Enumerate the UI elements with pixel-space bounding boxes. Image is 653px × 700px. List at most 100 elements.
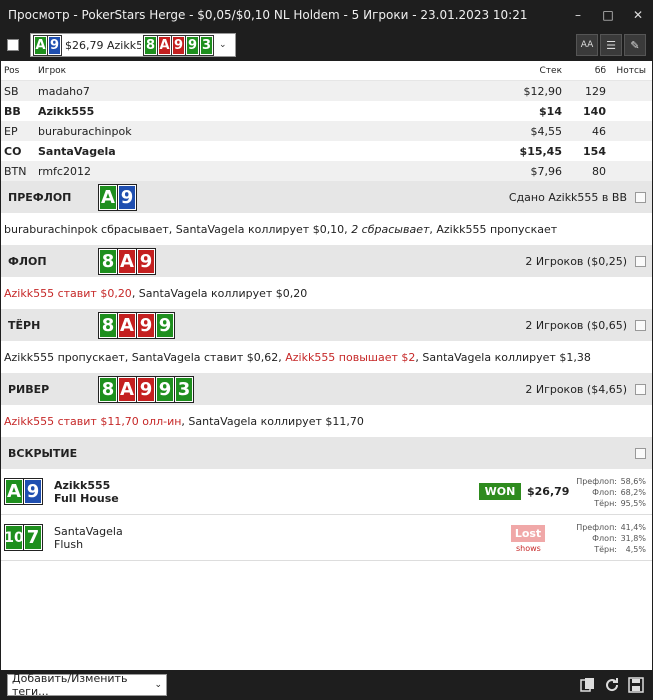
street-info: Сдано Azikk555 в BB: [508, 190, 627, 204]
showdown-row: A 9 Azikk555 Full House WON $26,79 Префл…: [1, 469, 652, 515]
minimize-button[interactable]: –: [563, 0, 593, 30]
footer-bar: Добавить/Изменить теги... ⌄: [0, 670, 653, 700]
board-card-1: 8: [143, 34, 158, 56]
street-name: РИВЕР: [8, 382, 50, 396]
action-line: Azikk555 ставит $0,20, SantaVagela колли…: [1, 277, 652, 309]
player-row[interactable]: BTN rmfc2012 $7,96 80: [1, 161, 652, 181]
won-amount: $26,79: [527, 485, 570, 498]
action-text-red: Azikk555 ставит $0,20: [4, 286, 132, 300]
action-text: , SantaVagela коллирует $1,38: [415, 350, 591, 364]
player-pos: BTN: [4, 164, 27, 178]
player-name: rmfc2012: [38, 164, 91, 178]
player-bb: 129: [585, 84, 606, 98]
player-row[interactable]: BB Azikk555 $14 140: [1, 101, 652, 121]
select-checkbox[interactable]: [7, 39, 19, 51]
street-info: 2 Игроков ($0,65): [525, 318, 627, 332]
street-checkbox[interactable]: [635, 255, 646, 267]
street-flop: ФЛОП 8 A 9 2 Игроков ($0,25): [1, 245, 652, 277]
equity-value: 95,5%: [620, 499, 646, 508]
lost-badge: Lost: [511, 525, 545, 542]
equity-value: 58,6%: [620, 477, 646, 486]
player-pos: BB: [4, 104, 21, 118]
player-name: buraburachinpok: [38, 124, 132, 138]
player-stack: $7,96: [530, 164, 563, 178]
window-title: Просмотр - PokerStars Herge - $0,05/$0,1…: [8, 8, 528, 22]
action-text: , SantaVagela коллирует $11,70: [181, 414, 364, 428]
won-badge: WON: [479, 483, 521, 500]
player-name: madaho7: [38, 84, 90, 98]
header-pos[interactable]: Pos: [1, 66, 38, 76]
pencil-icon[interactable]: ✎: [624, 34, 646, 56]
street-checkbox[interactable]: [635, 191, 646, 203]
refresh-icon[interactable]: [602, 675, 622, 695]
player-bb: 154: [583, 144, 606, 158]
players-table-header: Pos Игрок Стек бб Нотсы: [1, 61, 652, 81]
player-row[interactable]: EP buraburachinpok $4,55 46: [1, 121, 652, 141]
showdown-hand-name: Full House: [54, 492, 119, 505]
equity-value: 4,5%: [625, 545, 646, 554]
street-card: 9: [117, 183, 137, 211]
shows-label: shows: [516, 544, 541, 553]
equity-table: Префлоп: 58,6% Флоп: 68,2% Тёрн: 95,5%: [567, 476, 646, 509]
street-name: ВСКРЫТИЕ: [8, 446, 78, 460]
hand-select-dropdown[interactable]: A 9 $26,79 Azikk555 8 A 9 9 3 ⌄: [30, 33, 236, 57]
title-bar: Просмотр - PokerStars Herge - $0,05/$0,1…: [0, 0, 653, 30]
street-checkbox[interactable]: [635, 319, 646, 331]
maximize-button[interactable]: □: [593, 0, 623, 30]
player-bb: 46: [592, 124, 606, 138]
player-stack: $12,90: [523, 84, 563, 98]
player-bb: 140: [583, 104, 606, 118]
equity-label: Префлоп:: [576, 523, 617, 532]
player-card: A: [4, 478, 24, 505]
street-checkbox[interactable]: [635, 383, 646, 395]
street-name: ПРЕФЛОП: [8, 190, 72, 204]
street-turn: ТЁРН 8 A 9 9 2 Игроков ($0,65): [1, 309, 652, 341]
equity-value: 31,8%: [620, 534, 646, 543]
street-card: 8: [98, 247, 118, 275]
equity-label: Префлоп:: [576, 477, 617, 486]
tags-dropdown[interactable]: Добавить/Изменить теги... ⌄: [7, 672, 167, 698]
player-name: Azikk555: [38, 104, 95, 118]
action-text: buraburachinpok сбрасывает, SantaVagela …: [4, 222, 348, 236]
player-card: 9: [23, 478, 43, 505]
header-bb[interactable]: бб: [562, 66, 606, 76]
player-stack: $14: [539, 104, 562, 118]
player-row[interactable]: CO SantaVagela $15,45 154: [1, 141, 652, 161]
action-text-red: Azikk555 повышает $2: [285, 350, 416, 364]
street-card: 8: [98, 375, 118, 403]
action-text: , Azikk555 пропускает: [429, 222, 558, 236]
board-card-3: 9: [171, 34, 186, 56]
player-bb: 80: [592, 164, 606, 178]
player-pos: CO: [4, 144, 22, 158]
street-card: 9: [136, 375, 156, 403]
equity-label: Тёрн:: [594, 499, 617, 508]
header-player[interactable]: Игрок: [38, 66, 518, 76]
hole-card-1: A: [33, 34, 48, 56]
player-name: SantaVagela: [38, 144, 116, 158]
equity-value: 41,4%: [620, 523, 646, 532]
board-card-4: 9: [185, 34, 200, 56]
equity-label: Флоп:: [592, 488, 617, 497]
list-icon[interactable]: ☰: [600, 34, 622, 56]
street-name: ФЛОП: [8, 254, 47, 268]
header-notes[interactable]: Нотсы: [606, 66, 646, 76]
copy-icon[interactable]: [578, 675, 598, 695]
save-icon[interactable]: [626, 675, 646, 695]
close-button[interactable]: ✕: [623, 0, 653, 30]
showdown-player-name[interactable]: Azikk555: [54, 479, 119, 492]
street-info: 2 Игроков ($0,25): [525, 254, 627, 268]
street-card: A: [117, 375, 137, 403]
player-row[interactable]: SB madaho7 $12,90 129: [1, 81, 652, 101]
showdown-hand-name: Flush: [54, 538, 84, 551]
font-size-icon[interactable]: AA: [576, 34, 598, 56]
showdown-player-name[interactable]: SantaVagela: [54, 525, 123, 538]
player-stack: $4,55: [530, 124, 563, 138]
street-showdown: ВСКРЫТИЕ: [1, 437, 652, 469]
street-checkbox[interactable]: [635, 447, 646, 459]
equity-value: 68,2%: [620, 488, 646, 497]
action-text: , SantaVagela коллирует $0,20: [131, 286, 308, 300]
board-card-2: A: [157, 34, 172, 56]
action-line: Azikk555 ставит $11,70 олл-ин, SantaVage…: [1, 405, 652, 437]
equity-table: Префлоп: 41,4% Флоп: 31,8% Тёрн: 4,5%: [567, 522, 646, 555]
header-stack[interactable]: Стек: [518, 66, 563, 76]
